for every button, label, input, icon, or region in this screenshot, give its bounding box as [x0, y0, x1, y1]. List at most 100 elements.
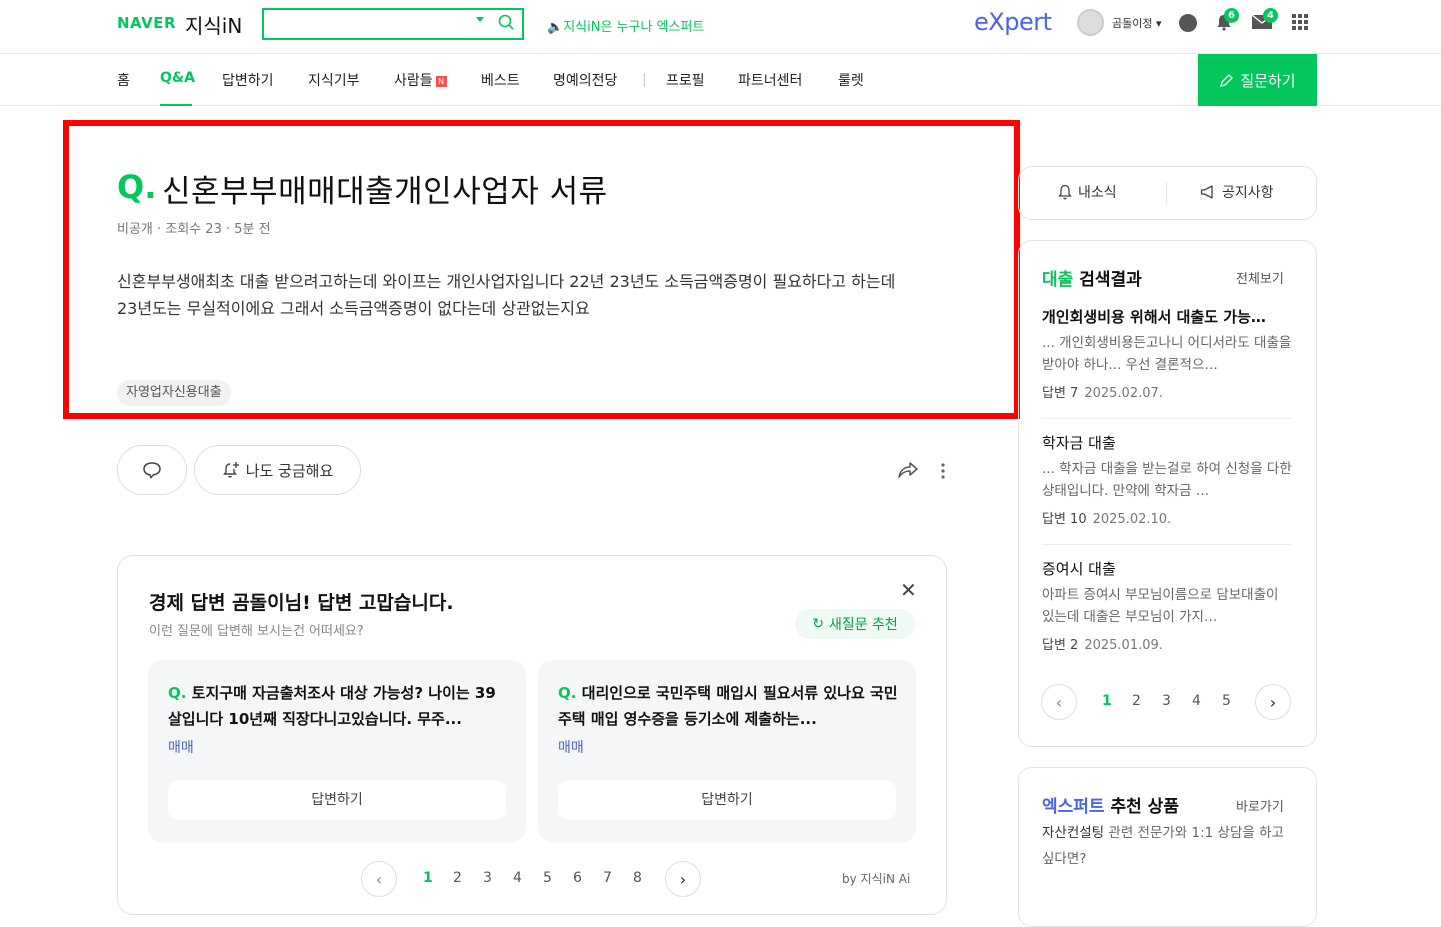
prev-page-button[interactable]: ‹ — [1041, 684, 1077, 720]
nav-qna[interactable]: Q&A — [160, 70, 195, 86]
search-icon[interactable] — [498, 14, 514, 30]
question-mark-label: Q. — [558, 684, 577, 702]
result-title: 학자금 대출 — [1042, 434, 1116, 452]
nav-roulette[interactable]: 룰렛 — [838, 70, 864, 90]
search-dropdown-icon[interactable] — [476, 17, 484, 22]
refresh-questions-button[interactable]: ↻ 새질문 추천 — [795, 609, 915, 639]
question-views: 조회수 23 — [165, 222, 222, 237]
result-title: 증여시 대출 — [1042, 560, 1116, 578]
page-number[interactable]: 1 — [423, 870, 433, 886]
question-tag[interactable]: 자영업자신용대출 — [117, 380, 231, 406]
recommend-question-card[interactable]: Q. 토지구매 자금출처조사 대상 가능성? 나이는 39살입니다 10년째 직… — [148, 660, 526, 842]
nav-people[interactable]: 사람들 N — [394, 70, 447, 90]
next-page-button[interactable]: › — [1255, 684, 1291, 720]
recommend-question-category[interactable]: 매매 — [168, 737, 194, 757]
question-time: 5분 전 — [234, 222, 271, 237]
result-date: 2025.01.09. — [1084, 638, 1163, 653]
nav-hall-of-fame[interactable]: 명예의전당 — [553, 70, 617, 90]
recommend-subtitle: 이런 질문에 답변해 보시는건 어떠세요? — [149, 624, 364, 639]
recommend-question-card[interactable]: Q. 대리인으로 국민주택 매입시 필요서류 있나요 국민주택 매입 영수증을 … — [538, 660, 916, 842]
question-mark-label: Q. — [117, 168, 157, 206]
page-number[interactable]: 6 — [573, 870, 582, 886]
page-number[interactable]: 5 — [1222, 693, 1231, 709]
nav-divider — [644, 73, 645, 87]
more-options-icon[interactable] — [940, 462, 946, 480]
nav-active-indicator — [160, 104, 192, 106]
search-input[interactable] — [262, 8, 524, 40]
notice-divider — [1166, 182, 1167, 204]
search-result-item[interactable]: 학자금 대출 ... 학자금 대출을 받는걸로 하여 신청을 다한 상태입니다.… — [1042, 432, 1292, 527]
search-result-pagination: ‹ 1 2 3 4 5 › — [1041, 684, 1293, 720]
pencil-icon — [1220, 73, 1234, 87]
recommend-pagination: ‹ 1 2 3 4 5 6 7 8 › — [361, 861, 701, 897]
answer-button[interactable]: 답변하기 — [558, 780, 896, 820]
search-result-title: 대출 검색결과 — [1042, 270, 1142, 290]
question-author: 비공개 — [117, 222, 153, 237]
bell-icon — [1058, 184, 1072, 200]
comment-button[interactable] — [117, 445, 187, 495]
question-meta: 비공개 · 조회수 23 · 5분 전 — [117, 222, 271, 237]
new-badge: N — [435, 75, 447, 87]
avatar[interactable] — [1077, 9, 1104, 36]
nav-answer[interactable]: 답변하기 — [222, 70, 274, 90]
question-body-line: 23년도는 무실적이에요 그래서 소득금액증명이 없다는데 상관없는지요 — [117, 299, 590, 318]
comment-icon — [143, 462, 161, 479]
recommend-title: 경제 답변 곰돌이님! 답변 고맙습니다. — [149, 592, 454, 614]
page-number[interactable]: 1 — [1102, 693, 1112, 709]
ask-question-button[interactable]: 질문하기 — [1198, 54, 1317, 106]
nav-profile[interactable]: 프로필 — [666, 70, 705, 90]
main-nav: 홈 Q&A 답변하기 지식기부 사람들 N 베스트 명예의전당 프로필 파트너센터… — [0, 54, 1441, 106]
share-icon[interactable] — [897, 460, 919, 480]
recommend-question-text: 대리인으로 국민주택 매입시 필요서류 있나요 국민주택 매입 영수증을 등기소… — [558, 684, 898, 728]
speaker-icon: 🔈 — [547, 20, 564, 35]
result-answer-count: 답변 2 — [1042, 638, 1079, 653]
next-page-button[interactable]: › — [665, 861, 701, 897]
page-number[interactable]: 2 — [1132, 693, 1141, 709]
user-menu[interactable]: 곰돌이정 ▾ — [1112, 15, 1162, 31]
question-title: 신혼부부매매대출개인사업자 서류 — [162, 174, 608, 210]
page-number[interactable]: 4 — [513, 870, 522, 886]
app-grid-icon[interactable] — [1292, 14, 1308, 30]
notification-count-badge: 6 — [1224, 8, 1239, 23]
naver-logo[interactable]: NAVER — [117, 14, 176, 32]
recommend-question-text: 토지구매 자금출처조사 대상 가능성? 나이는 39살입니다 10년째 직장다니… — [168, 684, 496, 728]
nav-best[interactable]: 베스트 — [481, 70, 520, 90]
kin-ai-credit: by 지식iN Ai — [842, 872, 911, 886]
page-number[interactable]: 4 — [1192, 693, 1201, 709]
result-snippet: ... 개인회생비용든고나니 어디서라도 대출을 받아야 하나... 우선 결론… — [1042, 335, 1292, 373]
go-link[interactable]: 바로가기 — [1236, 796, 1284, 815]
page-number[interactable]: 8 — [633, 870, 642, 886]
page-number[interactable]: 7 — [603, 870, 612, 886]
result-date: 2025.02.10. — [1092, 512, 1172, 527]
nav-home[interactable]: 홈 — [117, 70, 130, 90]
divider — [1042, 418, 1292, 419]
close-icon[interactable]: ✕ — [900, 578, 917, 602]
question-body-line: 신혼부부생애최초 대출 받으려고하는데 와이프는 개인사업자입니다 22년 23… — [117, 272, 896, 291]
result-answer-count: 답변 10 — [1042, 512, 1087, 527]
announcement-link[interactable]: 공지사항 — [1200, 182, 1274, 202]
mail-count-badge: 4 — [1263, 8, 1278, 23]
view-all-link[interactable]: 전체보기 — [1236, 268, 1284, 287]
page-number[interactable]: 2 — [453, 870, 462, 886]
question-mark-label: Q. — [168, 684, 187, 702]
curious-button[interactable]: 나도 궁금해요 — [194, 445, 361, 495]
nav-partner-center[interactable]: 파트너센터 — [738, 70, 802, 90]
kin-logo[interactable]: 지식iN — [185, 10, 242, 39]
expert-logo[interactable]: eXpert — [974, 8, 1052, 36]
talk-icon[interactable] — [1179, 14, 1197, 32]
nav-donate[interactable]: 지식기부 — [308, 70, 360, 90]
bell-plus-icon — [222, 462, 239, 478]
expert-promo-link[interactable]: 🔈지식iN은 누구나 엑스퍼트 — [547, 16, 704, 35]
answer-button[interactable]: 답변하기 — [168, 780, 506, 820]
search-result-item[interactable]: 개인회생비용 위해서 대출도 가능… ... 개인회생비용든고나니 어디서라도 … — [1042, 306, 1292, 401]
search-result-item[interactable]: 증여시 대출 아파트 증여시 부모님이름으로 담보대출이 있는데 대출은 부모님… — [1042, 558, 1292, 653]
page-number[interactable]: 5 — [543, 870, 552, 886]
expert-recommend-title: 엑스퍼트 추천 상품 — [1042, 797, 1179, 817]
prev-page-button[interactable]: ‹ — [361, 861, 397, 897]
my-news-link[interactable]: 내소식 — [1058, 182, 1117, 202]
result-snippet: 아파트 증여시 부모님이름으로 담보대출이 있는데 대출은 부모님이 가지… — [1042, 587, 1279, 625]
page-number[interactable]: 3 — [1162, 693, 1171, 709]
megaphone-icon — [1200, 185, 1213, 199]
recommend-question-category[interactable]: 매매 — [558, 737, 584, 757]
page-number[interactable]: 3 — [483, 870, 492, 886]
